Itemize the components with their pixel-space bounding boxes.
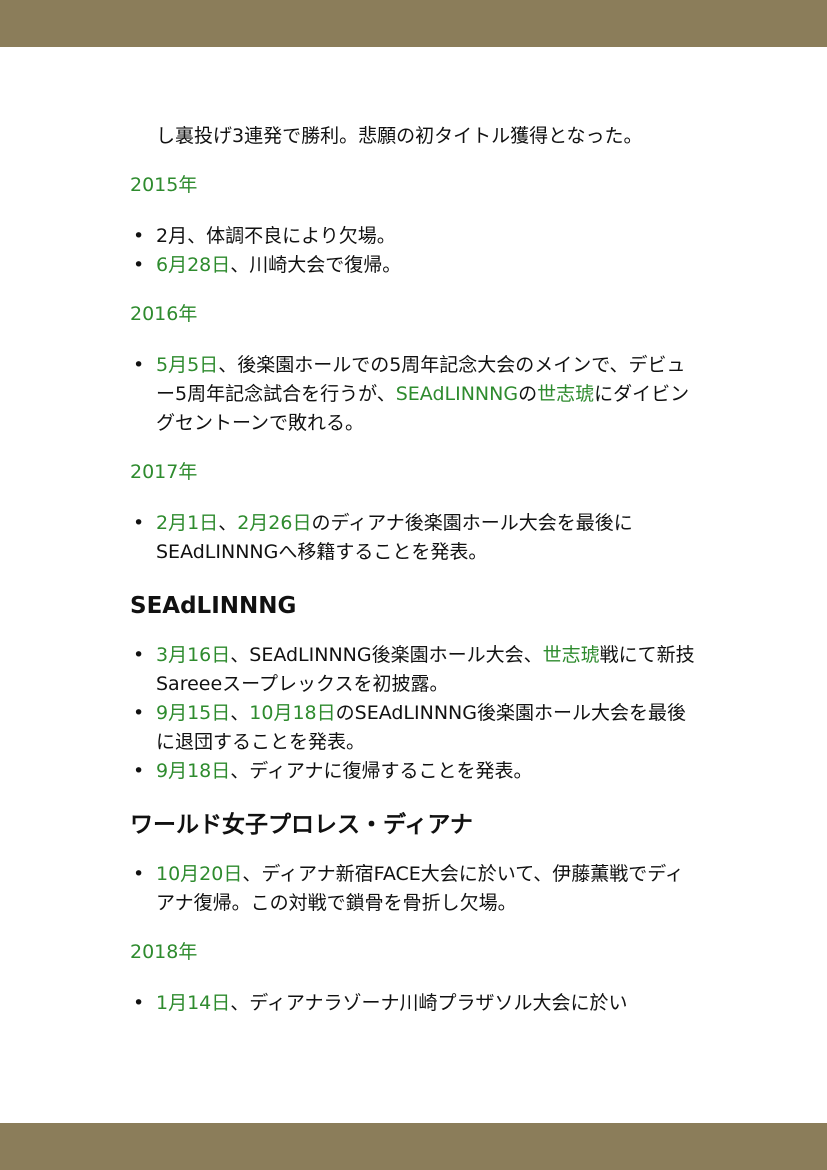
date-link[interactable]: 10月20日 (156, 863, 242, 885)
list-diana: 10月20日、ディアナ新宿FACE大会に於いて、伊藤薫戦でディアナ復帰。この対戦… (130, 860, 700, 918)
list-2018: 1月14日、ディアナラゾーナ川崎プラザソル大会に於い (130, 989, 700, 1018)
item-text: 、ディアナラゾーナ川崎プラザソル大会に於い (230, 992, 628, 1014)
date-link[interactable]: 6月28日 (156, 254, 230, 276)
list-item: 6月28日、川崎大会で復帰。 (130, 251, 700, 280)
item-text: 2月、体調不良により欠場。 (156, 225, 396, 247)
item-text: 、SEAdLINNNG後楽園ホール大会、 (230, 644, 543, 666)
list-item: 5月5日、後楽園ホールでの5周年記念大会のメインで、デビュー5周年記念試合を行う… (130, 351, 700, 438)
footer-bar (0, 1123, 827, 1170)
date-link[interactable]: 10月18日 (249, 702, 335, 724)
item-text: 、 (218, 512, 238, 534)
date-link[interactable]: 9月18日 (156, 760, 230, 782)
date-link[interactable]: 2月1日 (156, 512, 218, 534)
item-text: 、川崎大会で復帰。 (230, 254, 402, 276)
item-text: 、ディアナに復帰することを発表。 (230, 760, 533, 782)
wrestler-link[interactable]: 世志琥 (543, 644, 600, 666)
year-2017-link[interactable]: 2017年 (130, 458, 700, 487)
list-item: 9月15日、10月18日のSEAdLINNNG後楽園ホール大会を最後に退団するこ… (130, 699, 700, 757)
year-2016-link[interactable]: 2016年 (130, 300, 700, 329)
list-seadlinnng: 3月16日、SEAdLINNNG後楽園ホール大会、世志琥戦にて新技Sareeeス… (130, 641, 700, 786)
list-item: 2月1日、2月26日のディアナ後楽園ホール大会を最後にSEAdLINNNGへ移籍… (130, 509, 700, 567)
list-item: 10月20日、ディアナ新宿FACE大会に於いて、伊藤薫戦でディアナ復帰。この対戦… (130, 860, 700, 918)
document-body: し裏投げ3連発で勝利。悲願の初タイトル獲得となった。 2015年 2月、体調不良… (130, 122, 700, 1018)
list-item: 2月、体調不良により欠場。 (130, 222, 700, 251)
date-link[interactable]: 2月26日 (237, 512, 311, 534)
wrestler-link[interactable]: 世志琥 (537, 383, 594, 405)
date-link[interactable]: 5月5日 (156, 354, 218, 376)
date-link[interactable]: 1月14日 (156, 992, 230, 1014)
date-link[interactable]: 3月16日 (156, 644, 230, 666)
list-item: 3月16日、SEAdLINNNG後楽園ホール大会、世志琥戦にて新技Sareeeス… (130, 641, 700, 699)
date-link[interactable]: 9月15日 (156, 702, 230, 724)
promotion-link[interactable]: SEAdLINNNG (396, 383, 518, 405)
item-text: 、 (230, 702, 250, 724)
list-2017: 2月1日、2月26日のディアナ後楽園ホール大会を最後にSEAdLINNNGへ移籍… (130, 509, 700, 567)
year-2018-link[interactable]: 2018年 (130, 938, 700, 967)
header-bar (0, 0, 827, 47)
section-heading-diana: ワールド女子プロレス・ディアナ (130, 812, 473, 838)
section-heading-seadlinnng: SEAdLINNNG (130, 593, 297, 619)
item-text: の (518, 383, 538, 405)
year-2015-link[interactable]: 2015年 (130, 171, 700, 200)
list-2015: 2月、体調不良により欠場。 6月28日、川崎大会で復帰。 (130, 222, 700, 280)
list-item: 1月14日、ディアナラゾーナ川崎プラザソル大会に於い (130, 989, 700, 1018)
continued-text: し裏投げ3連発で勝利。悲願の初タイトル獲得となった。 (156, 125, 643, 147)
list-item: 9月18日、ディアナに復帰することを発表。 (130, 757, 700, 786)
list-2016: 5月5日、後楽園ホールでの5周年記念大会のメインで、デビュー5周年記念試合を行う… (130, 351, 700, 438)
